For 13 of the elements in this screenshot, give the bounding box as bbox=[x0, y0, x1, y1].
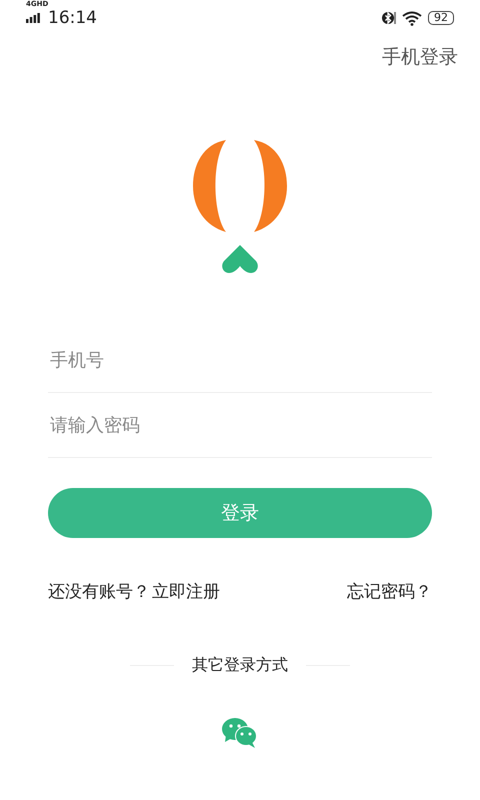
input-field[interactable]: 请输入密码 bbox=[48, 414, 432, 436]
register-prompt: 还没有账号？ bbox=[48, 581, 150, 603]
bluetooth-icon bbox=[382, 10, 396, 26]
battery-indicator: 92 bbox=[428, 11, 454, 25]
chat-bubbles-icon[interactable] bbox=[222, 718, 258, 748]
clock-time: 16:14 bbox=[48, 8, 97, 28]
other-login-label: 其它登录方式 bbox=[192, 655, 288, 676]
register-link[interactable]: 立即注册 bbox=[152, 580, 220, 603]
phone-login-link[interactable]: 手机登录 bbox=[382, 44, 458, 70]
wifi-icon bbox=[402, 10, 422, 26]
forgot-password-link[interactable]: 忘记密码？ bbox=[347, 580, 432, 603]
signal-icon bbox=[26, 13, 40, 23]
input-field[interactable]: 手机号 bbox=[48, 348, 432, 372]
